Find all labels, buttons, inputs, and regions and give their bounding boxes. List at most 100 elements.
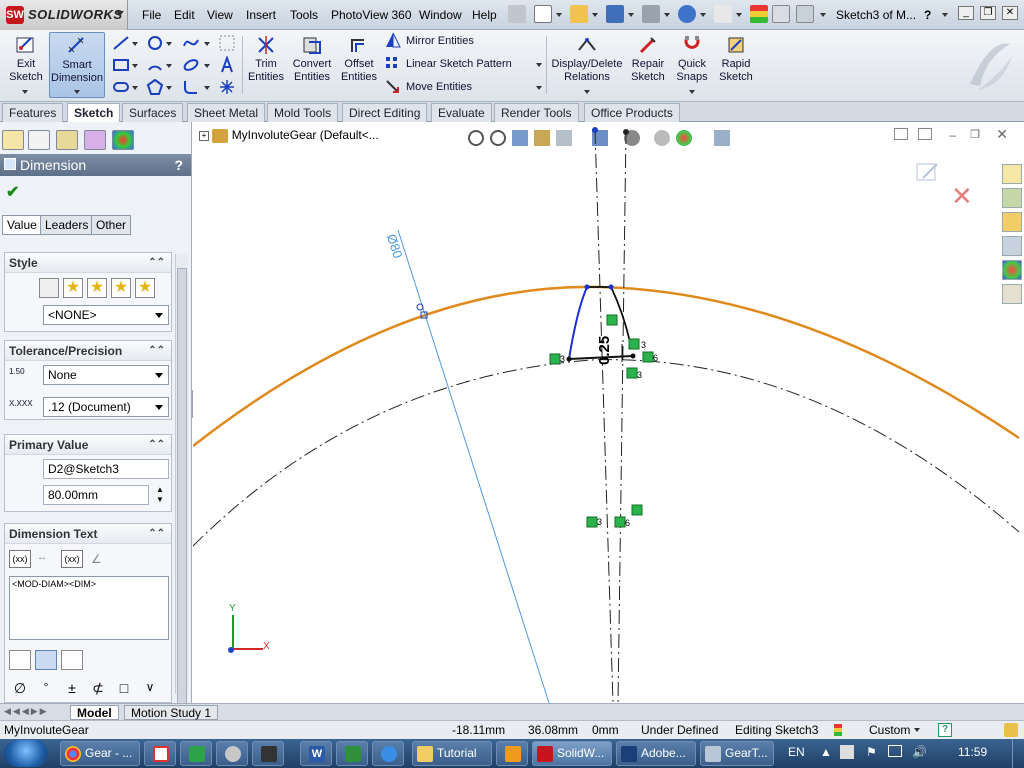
align-left-icon[interactable]: [9, 650, 31, 670]
chevron-down-icon[interactable]: [204, 64, 210, 68]
collapse-icon[interactable]: ⌃⌃: [148, 435, 165, 455]
taskbar-evernote[interactable]: [180, 741, 212, 766]
slot-icon[interactable]: [112, 78, 130, 96]
save-style-icon[interactable]: ★: [111, 278, 131, 298]
chevron-down-icon[interactable]: [736, 13, 742, 17]
centerline-endpoint[interactable]: [623, 129, 629, 135]
pitch-circle[interactable]: [193, 359, 1020, 547]
dimension-value-field[interactable]: 80.00mm: [43, 485, 149, 505]
point-icon[interactable]: [218, 78, 236, 96]
volume-icon[interactable]: 🔊: [912, 745, 927, 759]
pin-icon[interactable]: [508, 5, 526, 23]
relation-marker[interactable]: [631, 504, 643, 516]
square-symbol-icon[interactable]: □: [113, 680, 135, 700]
tab-evaluate[interactable]: Evaluate: [431, 103, 492, 122]
ellipse-icon[interactable]: [182, 56, 200, 74]
custom-properties-icon[interactable]: [1002, 284, 1022, 304]
chevron-down-icon[interactable]: [166, 64, 172, 68]
offset-entities-button[interactable]: Offset Entities: [338, 32, 380, 98]
tab-model[interactable]: Model: [70, 705, 119, 720]
taskbar-tutorial-folder[interactable]: Tutorial: [412, 741, 492, 766]
units-selector[interactable]: Custom: [869, 721, 910, 739]
mirror-entities-button[interactable]: Mirror Entities: [406, 32, 474, 50]
tab-motion-study[interactable]: Motion Study 1: [124, 705, 219, 720]
open-folder-icon[interactable]: [570, 5, 588, 23]
tab-mold-tools[interactable]: Mold Tools: [267, 103, 339, 122]
taskbar-adobe[interactable]: Adobe...: [616, 741, 696, 766]
precision-select[interactable]: .12 (Document): [43, 397, 169, 417]
dimension-text-header[interactable]: Dimension Text ⌃⌃: [5, 524, 171, 544]
taskbar-geart[interactable]: GearT...: [700, 741, 774, 766]
dimension-value-label[interactable]: 0.25: [596, 336, 613, 365]
mirror-entities-icon[interactable]: [384, 32, 402, 50]
chevron-down-icon[interactable]: [820, 13, 826, 17]
rebuild-status-icon[interactable]: [834, 724, 842, 736]
tab-leaders[interactable]: Leaders: [40, 215, 94, 235]
outer-circle[interactable]: [193, 285, 1020, 447]
circle-icon[interactable]: [146, 34, 164, 52]
construction-geometry-icon[interactable]: [218, 34, 236, 52]
diameter-symbol-icon[interactable]: ∅: [9, 680, 31, 700]
line-icon[interactable]: [112, 34, 130, 52]
chevron-down-icon[interactable]: [204, 42, 210, 46]
value-spin-icon[interactable]: ▲ ▼: [153, 485, 167, 505]
centerline[interactable]: [594, 129, 614, 703]
relation-marker[interactable]: [586, 516, 598, 528]
tab-other[interactable]: Other: [91, 215, 132, 235]
quick-tips-help[interactable]: ?: [938, 723, 952, 737]
sketch-canvas[interactable]: [193, 122, 1024, 703]
centerline[interactable]: [617, 129, 627, 703]
menu-help[interactable]: Help: [472, 8, 497, 22]
help-icon[interactable]: ?: [174, 154, 183, 176]
tab-render-tools[interactable]: Render Tools: [494, 103, 579, 122]
dimxpert-manager-icon[interactable]: [84, 130, 106, 150]
chevron-down-icon[interactable]: [166, 42, 172, 46]
tab-scroll-arrows[interactable]: ◀◀◀▶▶: [4, 706, 49, 717]
taskbar-solidworks[interactable]: SolidW...: [532, 741, 612, 766]
move-entities-button[interactable]: Move Entities: [406, 78, 472, 96]
linear-sketch-pattern-button[interactable]: Linear Sketch Pattern: [406, 55, 512, 73]
centerline-symbol-icon[interactable]: ⊄: [87, 680, 109, 700]
align-center-icon[interactable]: [35, 650, 57, 670]
chevron-down-icon[interactable]: [132, 42, 138, 46]
dimension-name-field[interactable]: D2@Sketch3: [43, 459, 169, 479]
select-cursor-icon[interactable]: [714, 5, 732, 23]
display-delete-relations-button[interactable]: Display/Delete Relations: [550, 32, 624, 98]
ok-check-icon[interactable]: ✔: [6, 182, 19, 202]
relation-marker[interactable]: [614, 516, 626, 528]
chevron-down-icon[interactable]: [536, 86, 542, 90]
chevron-up-icon[interactable]: [914, 728, 920, 732]
smart-dimension-button[interactable]: Smart Dimension: [49, 32, 105, 98]
relation-marker[interactable]: [549, 353, 561, 365]
chevron-down-icon[interactable]: [556, 13, 562, 17]
clock[interactable]: 11:59: [958, 745, 987, 759]
tag-icon[interactable]: [1004, 723, 1018, 737]
spline-icon[interactable]: [182, 34, 200, 52]
arc-icon[interactable]: [146, 56, 164, 74]
tab-value[interactable]: Value: [2, 215, 42, 235]
tab-surfaces[interactable]: Surfaces: [122, 103, 184, 122]
center-dimension-icon[interactable]: ↔: [37, 552, 47, 563]
plus-minus-symbol-icon[interactable]: ±: [61, 680, 83, 700]
repair-sketch-button[interactable]: Repair Sketch: [628, 32, 668, 98]
chevron-down-icon[interactable]: [592, 13, 598, 17]
menu-photoview[interactable]: PhotoView 360: [331, 8, 412, 22]
design-library-icon[interactable]: [1002, 188, 1022, 208]
taskbar-app[interactable]: [252, 741, 284, 766]
close-icon[interactable]: ✕: [1002, 6, 1018, 20]
dimension-text-field[interactable]: <MOD-DIAM><DIM>: [9, 576, 169, 640]
primary-value-header[interactable]: Primary Value ⌃⌃: [5, 435, 171, 455]
taskbar-gmail[interactable]: [144, 741, 176, 766]
tab-office-products[interactable]: Office Products: [584, 103, 680, 122]
collapse-icon[interactable]: ⌃⌃: [148, 253, 165, 273]
linear-pattern-icon[interactable]: [384, 55, 402, 73]
parentheses-icon[interactable]: (xx): [9, 550, 31, 568]
show-hidden-icons[interactable]: ▲: [820, 745, 832, 759]
chevron-down-icon[interactable]: [942, 13, 948, 17]
chevron-down-icon[interactable]: [664, 13, 670, 17]
chevron-down-icon[interactable]: [536, 63, 542, 67]
taskbar-excel[interactable]: [336, 741, 368, 766]
polygon-icon[interactable]: [146, 78, 164, 96]
panel-scrollbar[interactable]: [175, 254, 188, 738]
tab-features[interactable]: Features: [2, 103, 64, 122]
